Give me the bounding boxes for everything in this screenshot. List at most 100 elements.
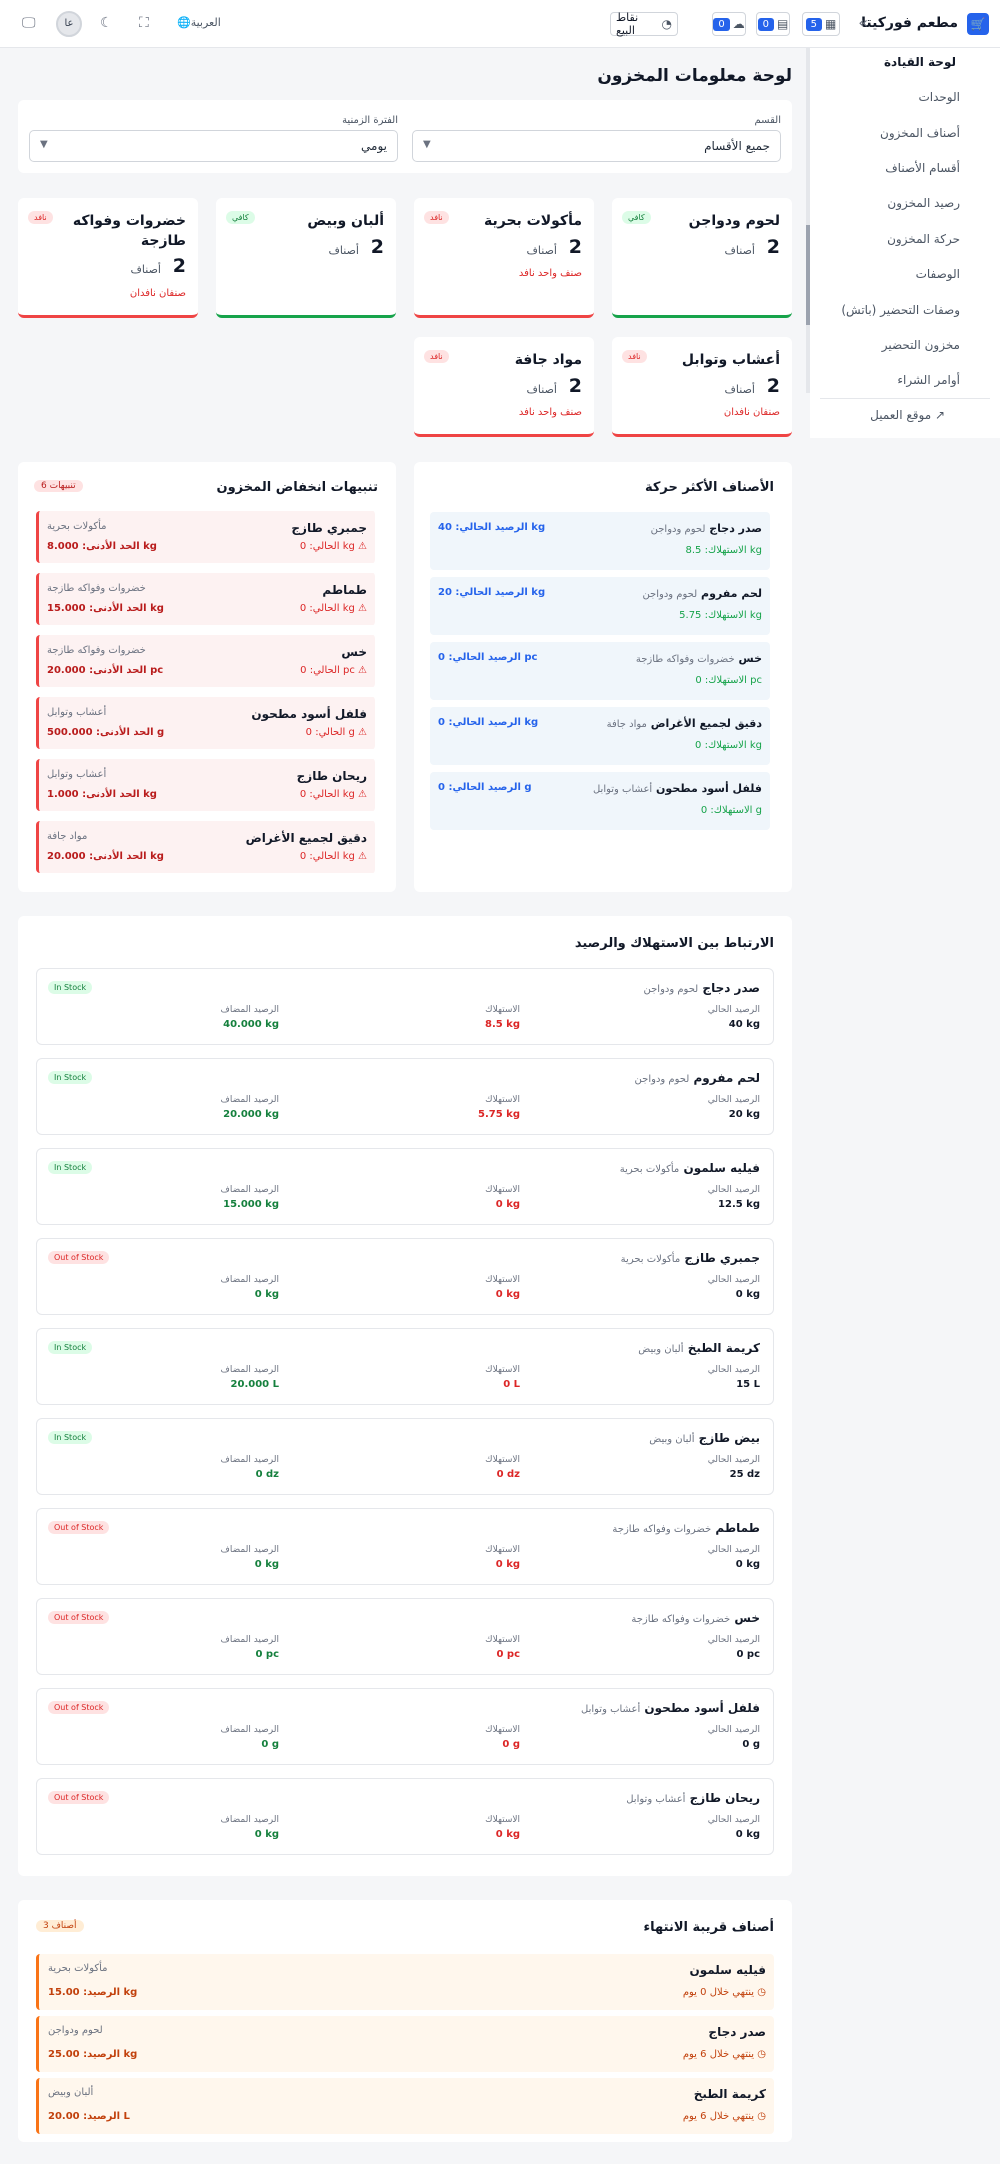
stock-status-badge: Out of Stock	[48, 1251, 110, 1264]
alert-item[interactable]: ريحان طازج الحالي: 0 kg ⚠ أعشاب وتوابل ا…	[36, 759, 377, 811]
sidebar-item-recipes[interactable]: الوصفات	[916, 267, 960, 281]
row-item-name-text: صدر دجاج	[702, 981, 760, 995]
sidebar-scroll-thumb[interactable]	[806, 225, 810, 325]
table-row[interactable]: كريمة الطبخ ألبان وبيض In Stock الرصيد الح…	[36, 1328, 774, 1405]
row-item-name: فلفل أسود مطحون أعشاب وتوابل	[581, 1701, 760, 1715]
table-row[interactable]: فلفل أسود مطحون أعشاب وتوابل Out of Stock…	[36, 1688, 774, 1765]
category-card[interactable]: خضروات وفواكه طازجة نافد 2 أصناف صنفان ن…	[18, 198, 198, 318]
table-row[interactable]: جمبري طازج مأكولات بحرية Out of Stock الرص…	[36, 1238, 774, 1315]
alert-category: أعشاب وتوابل	[47, 769, 107, 780]
sidebar-scrollbar[interactable]	[806, 48, 810, 393]
out-of-stock-warning: صنف واحد نافد	[518, 268, 582, 279]
kitchen-count: 0	[713, 17, 730, 31]
list-item[interactable]: صدر دجاج ينتهي خلال 6 يوم ◷ لحوم ودواجن …	[36, 2016, 774, 2072]
alert-item[interactable]: فلفل أسود مطحون الحالي: 0 g ⚠ أعشاب وتوا…	[36, 697, 377, 749]
category-name: خضروات وفواكه طازجة	[72, 213, 186, 249]
category-card[interactable]: ألبان وبيض كافي 2 أصناف	[216, 198, 396, 318]
alert-item[interactable]: دقيق لجميع الأغراض الحالي: 0 kg ⚠ مواد ج…	[36, 821, 377, 873]
row-item-category: لحوم ودواجن	[634, 1074, 690, 1085]
sidebar-item-dashboard[interactable]: لوحة القيادة	[884, 55, 956, 69]
alert-min: الحد الأدنى: 20.000 pc	[47, 665, 164, 676]
table-row[interactable]: صدر دجاج لحوم ودواجن In Stock الرصيد الحال…	[36, 968, 774, 1045]
current-balance-label: الرصيد الحالي	[707, 1185, 760, 1195]
expiring-item-category: لحوم ودواجن	[48, 2025, 103, 2036]
expiring-item-name: فيليه سلمون	[689, 1963, 766, 1977]
table-row[interactable]: طماطم خضروات وفواكه طازجة Out of Stock الر…	[36, 1508, 774, 1585]
stock-status-badge: In Stock	[48, 1161, 93, 1174]
list-item[interactable]: كريمة الطبخ ينتهي خلال 6 يوم ◷ ألبان وبي…	[36, 2078, 774, 2134]
section-filter-label: القسم	[754, 115, 781, 126]
collapse-sidebar-icon[interactable]: «	[858, 13, 868, 32]
category-card[interactable]: مأكولات بحرية نافد 2 أصناف صنف واحد نافد	[414, 198, 594, 318]
alert-current: الحالي: 0 kg ⚠	[300, 851, 367, 862]
orders-button[interactable]: 0 ▤	[756, 12, 790, 36]
alert-category: خضروات وفواكه طازجة	[47, 645, 146, 656]
item-name: صدر دجاج لحوم ودواجن	[651, 522, 762, 535]
sidebar-item-units[interactable]: الوحدات	[918, 90, 960, 104]
category-card[interactable]: أعشاب وتوابل نافد 2 أصناف صنفان نافدان	[612, 337, 792, 437]
alert-item[interactable]: خس الحالي: 0 pc ⚠ خضروات وفواكه طازجة ال…	[36, 635, 377, 687]
current-balance-label: الرصيد الحالي	[707, 1815, 760, 1825]
monitor-icon[interactable]: 🖵	[22, 15, 36, 31]
list-item[interactable]: لحم مفروم لحوم ودواجن الاستهلاك: 5.75 kg…	[430, 577, 770, 635]
item-name: دقيق لجميع الأغراض مواد جافة	[607, 717, 762, 730]
item-name-text: صدر دجاج	[709, 522, 762, 535]
expiring-item-category: ألبان وبيض	[48, 2087, 94, 2098]
sidebar-item-stock-movement[interactable]: حركة المخزون	[887, 232, 960, 246]
list-item[interactable]: خس خضروات وفواكه طازجة الاستهلاك: 0 pc ا…	[430, 642, 770, 700]
stock-status-badge: In Stock	[48, 1431, 93, 1444]
alert-min: الحد الأدنى: 500.000 g	[47, 727, 165, 738]
alert-item[interactable]: طماطم الحالي: 0 kg ⚠ خضروات وفواكه طازجة…	[36, 573, 377, 625]
row-item-name-text: لحم مفروم	[693, 1071, 760, 1085]
item-balance: الرصيد الحالي: 0 kg	[438, 717, 539, 728]
row-item-name: لحم مفروم لحوم ودواجن	[635, 1071, 760, 1085]
warning-icon: ⚠	[358, 727, 367, 738]
alert-item[interactable]: جمبري طازج الحالي: 0 kg ⚠ مأكولات بحرية …	[36, 511, 377, 563]
table-row[interactable]: فيليه سلمون مأكولات بحرية In Stock الرصيد …	[36, 1148, 774, 1225]
consumption-label: الاستهلاك	[485, 1365, 520, 1375]
row-item-name-text: جمبري طازج	[684, 1251, 760, 1265]
status-badge: نافد	[622, 350, 647, 363]
notifications-button[interactable]: 5 ▦	[802, 12, 840, 36]
expiring-item-name: كريمة الطبخ	[693, 2087, 766, 2101]
alert-item-name: ريحان طازج	[296, 769, 367, 783]
item-consumption: الاستهلاك: 5.75 kg	[679, 610, 762, 621]
category-name: لحوم ودواجن	[688, 213, 780, 229]
list-item[interactable]: فيليه سلمون ينتهي خلال 0 يوم ◷ مأكولات ب…	[36, 1954, 774, 2010]
sidebar-item-item-sections[interactable]: أقسام الأصناف	[885, 161, 960, 175]
brand-name: مطعم فوركيتا	[861, 15, 958, 31]
warning-icon: ⚠	[358, 789, 367, 800]
fullscreen-icon[interactable]: ⛶	[139, 15, 149, 31]
table-row[interactable]: لحم مفروم لحوم ودواجن In Stock الرصيد الحا…	[36, 1058, 774, 1135]
alert-category: أعشاب وتوابل	[47, 707, 107, 718]
sidebar-item-stock-balance[interactable]: رصيد المخزون	[887, 196, 960, 210]
sidebar-item-prep-stock[interactable]: مخزون التحضير	[882, 338, 960, 352]
stock-status-badge: In Stock	[48, 1071, 93, 1084]
section-select[interactable]: جميع الأقسام ▼	[412, 130, 781, 162]
consumption-value: 0 pc	[496, 1649, 520, 1660]
list-item[interactable]: صدر دجاج لحوم ودواجن الاستهلاك: 8.5 kg ا…	[430, 512, 770, 570]
list-item[interactable]: دقيق لجميع الأغراض مواد جافة الاستهلاك: …	[430, 707, 770, 765]
table-row[interactable]: خس خضروات وفواكه طازجة Out of Stock الرصيد…	[36, 1598, 774, 1675]
customer-site-link[interactable]: موقع العميل ↗	[870, 408, 945, 422]
table-row[interactable]: ريحان طازج أعشاب وتوابل Out of Stock الرصي…	[36, 1778, 774, 1855]
dark-mode-icon[interactable]: ☾	[100, 15, 113, 31]
category-card[interactable]: لحوم ودواجن كافي 2 أصناف	[612, 198, 792, 318]
language-switcher[interactable]: 🌐العربية	[177, 16, 221, 29]
sidebar-item-batch-recipes[interactable]: وصفات التحضير (باتش)	[841, 303, 960, 317]
sidebar-item-purchase-orders[interactable]: أوامر الشراء	[897, 373, 960, 387]
period-select[interactable]: يومي ▼	[29, 130, 398, 162]
list-item[interactable]: فلفل أسود مطحون أعشاب وتوابل الاستهلاك: …	[430, 772, 770, 830]
current-balance-value: 0 kg	[735, 1829, 760, 1840]
user-avatar[interactable]: عا	[56, 11, 82, 37]
sidebar-item-inventory-items[interactable]: أصناف المخزون	[880, 126, 960, 140]
page-title: لوحة معلومات المخزون	[597, 66, 792, 86]
table-row[interactable]: بيض طازج ألبان وبيض In Stock الرصيد الحالي…	[36, 1418, 774, 1495]
category-card[interactable]: مواد جافة نافد 2 أصناف صنف واحد نافد	[414, 337, 594, 437]
stock-status-badge: Out of Stock	[48, 1611, 110, 1624]
kitchen-button[interactable]: 0 ☁	[712, 12, 746, 36]
pos-button[interactable]: نقاط البيع ◔	[610, 11, 678, 37]
category-name: أعشاب وتوابل	[681, 352, 780, 368]
expiry-days: ينتهي خلال 6 يوم ◷	[683, 2049, 766, 2060]
added-balance-label: الرصيد المضاف	[220, 1275, 279, 1285]
